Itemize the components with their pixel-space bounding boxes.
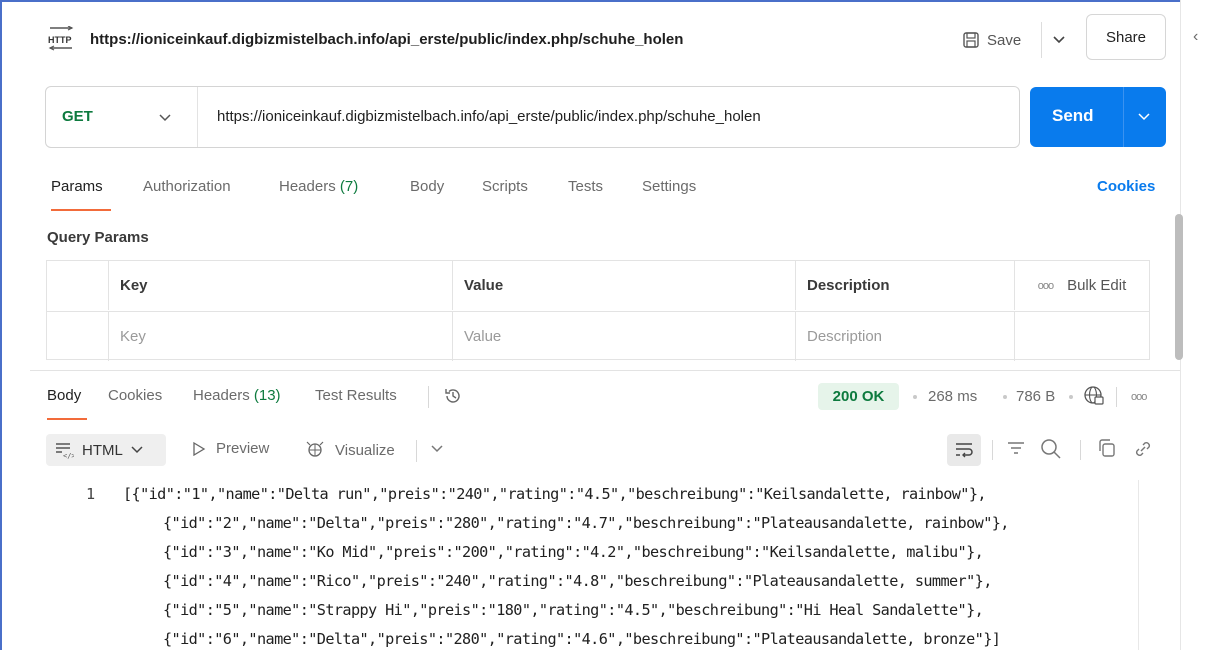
globe-icon[interactable]	[1083, 385, 1105, 407]
cookies-link[interactable]: Cookies	[1097, 178, 1155, 195]
right-sidebar-strip: ‹	[1180, 0, 1217, 650]
window-frame-top	[0, 0, 1180, 2]
code-line: {"id":"3","name":"Ko Mid","preis":"200",…	[163, 543, 984, 561]
chevron-down-icon[interactable]	[431, 442, 443, 456]
method-select[interactable]: GET	[62, 108, 93, 125]
preview-label: Preview	[216, 440, 270, 457]
tab-response-body[interactable]: Body	[47, 387, 81, 404]
tab-settings[interactable]: Settings	[642, 178, 696, 195]
window-frame-left	[0, 0, 2, 650]
more-icon[interactable]: ooo	[1131, 391, 1147, 403]
divider	[1116, 387, 1117, 407]
code-line: [{"id":"1","name":"Delta run","preis":"2…	[123, 485, 987, 503]
divider	[30, 370, 1180, 371]
format-label: HTML	[82, 441, 123, 459]
checkbox-cell[interactable]	[47, 312, 109, 361]
link-icon[interactable]	[1132, 438, 1154, 460]
divider	[1080, 440, 1081, 460]
search-icon[interactable]	[1040, 438, 1062, 460]
separator-dot	[1069, 395, 1073, 399]
more-icon: ooo	[1037, 279, 1054, 292]
code-line: {"id":"2","name":"Delta","preis":"280","…	[163, 514, 1009, 532]
chevron-left-icon[interactable]: ‹	[1193, 28, 1198, 46]
divider	[416, 440, 417, 462]
separator-dot	[1003, 395, 1007, 399]
divider	[1123, 87, 1124, 147]
svg-text:</>: </>	[63, 452, 74, 459]
filter-icon[interactable]	[1006, 438, 1026, 458]
chevron-down-icon[interactable]	[159, 108, 171, 126]
preview-button[interactable]: Preview	[192, 440, 269, 457]
response-size[interactable]: 786 B	[1016, 388, 1055, 405]
visualize-button[interactable]: Visualize	[305, 440, 395, 460]
chevron-down-icon	[1052, 36, 1065, 44]
active-tab-indicator	[47, 418, 87, 420]
request-title-bar: HTTP https://ioniceinkauf.digbizmistelba…	[46, 14, 1166, 60]
format-icon: </>	[56, 443, 74, 459]
send-label: Send	[1052, 106, 1094, 125]
send-button[interactable]: Send	[1030, 87, 1166, 147]
tab-body[interactable]: Body	[410, 178, 444, 195]
save-options-button[interactable]	[1041, 22, 1075, 58]
tab-headers[interactable]: Headers (7)	[279, 178, 358, 195]
request-title[interactable]: https://ioniceinkauf.digbizmistelbach.in…	[90, 31, 683, 48]
response-headers-count: (13)	[253, 387, 281, 404]
chevron-down-icon[interactable]	[1138, 107, 1150, 125]
chevron-down-icon	[131, 446, 143, 454]
url-bar: GET https://ioniceinkauf.digbizmistelbac…	[45, 86, 1020, 148]
status-badge[interactable]: 200 OK	[818, 383, 899, 410]
line-number: 1	[86, 485, 96, 503]
separator-dot	[913, 395, 917, 399]
tab-response-headers[interactable]: Headers (13)	[193, 387, 281, 404]
tab-scripts[interactable]: Scripts	[482, 178, 528, 195]
tab-authorization[interactable]: Authorization	[143, 178, 231, 195]
tab-params[interactable]: Params	[51, 178, 103, 195]
checkbox-cell	[47, 261, 109, 310]
value-header: Value	[453, 261, 796, 310]
key-header: Key	[109, 261, 453, 310]
url-input[interactable]: https://ioniceinkauf.digbizmistelbach.in…	[217, 108, 761, 125]
code-line: {"id":"5","name":"Strappy Hi","preis":"1…	[163, 601, 984, 619]
key-input[interactable]: Key	[109, 312, 453, 361]
table-row: Key Value Description	[47, 311, 1149, 361]
save-label: Save	[987, 31, 1022, 49]
headers-count: (7)	[339, 178, 359, 195]
share-button[interactable]: Share	[1086, 14, 1166, 60]
tab-headers-label: Headers	[279, 178, 336, 195]
response-time[interactable]: 268 ms	[928, 388, 977, 405]
description-header: Description	[796, 261, 1015, 310]
word-wrap-icon	[956, 443, 973, 458]
visualize-icon	[306, 441, 324, 457]
svg-text:HTTP: HTTP	[48, 35, 72, 45]
active-tab-indicator	[51, 209, 111, 211]
value-input[interactable]: Value	[453, 312, 796, 361]
word-wrap-button[interactable]	[947, 434, 981, 466]
query-params-title: Query Params	[47, 229, 149, 246]
query-params-table: Key Value Description ooo Bulk Edit Key …	[46, 260, 1150, 361]
tab-response-headers-label: Headers	[193, 387, 250, 404]
copy-icon[interactable]	[1097, 438, 1117, 458]
tab-tests[interactable]: Tests	[568, 178, 603, 195]
divider	[992, 440, 993, 460]
visualize-label: Visualize	[335, 441, 395, 459]
divider	[428, 386, 429, 408]
save-icon	[963, 32, 979, 48]
bulk-edit-button[interactable]: ooo Bulk Edit	[1015, 261, 1149, 310]
tab-test-results[interactable]: Test Results	[315, 387, 397, 404]
play-icon	[193, 441, 206, 456]
save-button[interactable]: Save	[962, 25, 1021, 55]
code-line: {"id":"6","name":"Delta","preis":"280","…	[163, 630, 1001, 648]
history-icon[interactable]	[443, 386, 463, 406]
scrollbar[interactable]	[1175, 214, 1183, 360]
code-line: {"id":"4","name":"Rico","preis":"240","r…	[163, 572, 992, 590]
code-scroll-track	[1138, 480, 1139, 650]
bulk-edit-label: Bulk Edit	[1067, 277, 1127, 294]
format-select[interactable]: </> HTML	[46, 434, 166, 466]
divider	[197, 87, 198, 147]
description-input[interactable]: Description	[796, 312, 1015, 361]
table-header-row: Key Value Description ooo Bulk Edit	[47, 261, 1149, 311]
tab-response-cookies[interactable]: Cookies	[108, 387, 162, 404]
http-icon: HTTP	[48, 26, 74, 51]
